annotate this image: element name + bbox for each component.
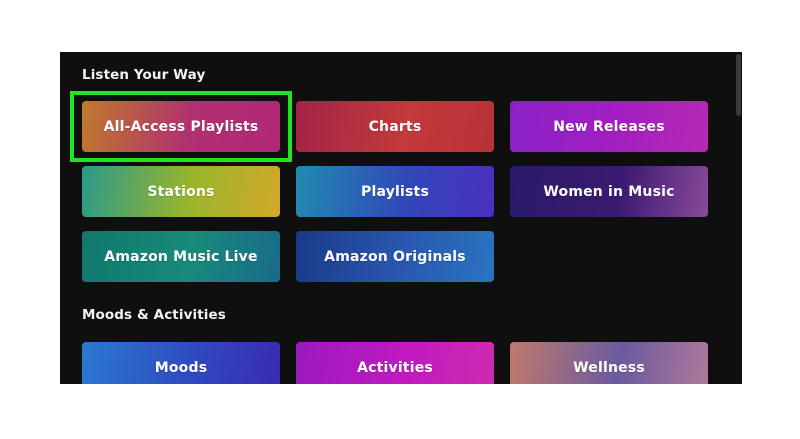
tile-label: Amazon Music Live [104, 248, 258, 265]
tile-activities[interactable]: Activities [296, 342, 494, 384]
tile-women-in-music[interactable]: Women in Music [510, 166, 708, 217]
tile-label: Charts [368, 118, 422, 135]
tile-label: Amazon Originals [324, 248, 466, 265]
tile-wellness[interactable]: Wellness [510, 342, 708, 384]
amazon-music-browse-panel: Listen Your Way All-Access Playlists Cha… [60, 52, 742, 384]
tile-label: Wellness [573, 359, 645, 376]
tile-label: Stations [147, 183, 215, 200]
tile-charts[interactable]: Charts [296, 101, 494, 152]
tile-label: All-Access Playlists [103, 118, 259, 135]
tile-new-releases[interactable]: New Releases [510, 101, 708, 152]
tile-label: Moods [154, 359, 208, 376]
tile-moods[interactable]: Moods [82, 342, 280, 384]
tile-playlists[interactable]: Playlists [296, 166, 494, 217]
tile-amazon-originals[interactable]: Amazon Originals [296, 231, 494, 282]
tile-label: Playlists [361, 183, 429, 200]
tile-stations[interactable]: Stations [82, 166, 280, 217]
tile-all-access-playlists[interactable]: All-Access Playlists [82, 101, 280, 152]
section-title-listen-your-way: Listen Your Way [82, 67, 206, 83]
tile-label: New Releases [553, 118, 665, 135]
tile-label: Women in Music [543, 183, 675, 200]
tile-label: Activities [357, 359, 433, 376]
tile-amazon-music-live[interactable]: Amazon Music Live [82, 231, 280, 282]
section-title-moods-activities: Moods & Activities [82, 307, 226, 323]
scrollbar-thumb[interactable] [736, 54, 741, 116]
scrollbar[interactable] [735, 52, 742, 384]
